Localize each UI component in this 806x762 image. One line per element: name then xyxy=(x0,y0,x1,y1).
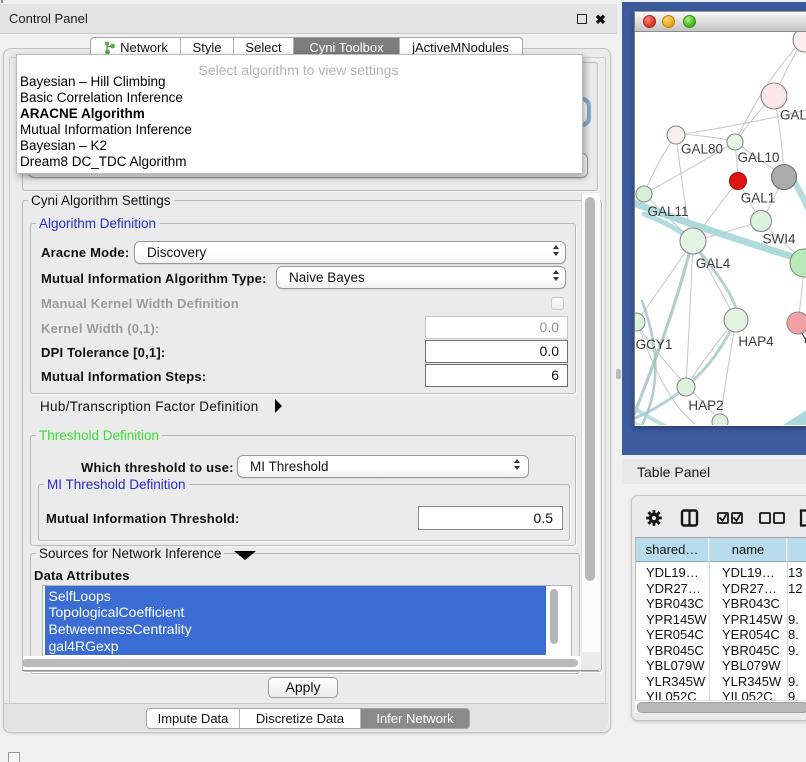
svg-text:GAL1: GAL1 xyxy=(741,191,776,206)
svg-text:GAL11: GAL11 xyxy=(647,204,688,219)
svg-text:HAP4: HAP4 xyxy=(738,334,774,349)
svg-text:GAL4: GAL4 xyxy=(696,256,731,271)
svg-text:GCY1: GCY1 xyxy=(636,337,673,352)
svg-text:GAL7: GAL7 xyxy=(780,108,806,123)
svg-text:GAL80: GAL80 xyxy=(681,142,723,157)
svg-text:Y: Y xyxy=(801,331,806,346)
svg-text:GAL10: GAL10 xyxy=(737,150,779,165)
svg-text:HAP2: HAP2 xyxy=(688,398,723,413)
svg-text:SWI4: SWI4 xyxy=(762,232,795,247)
